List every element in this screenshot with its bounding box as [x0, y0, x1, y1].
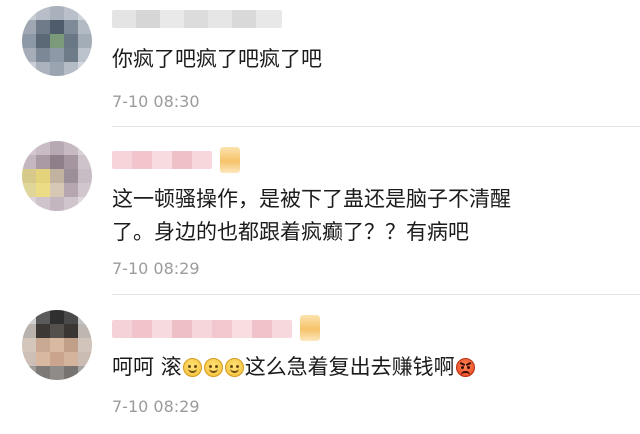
- smile-emoji-icon: [182, 358, 202, 377]
- smile-emoji-icon: [203, 358, 223, 377]
- vip-badge-icon: [220, 147, 240, 173]
- avatar[interactable]: [22, 141, 92, 211]
- comment-timestamp: 7-10 08:29: [112, 397, 200, 416]
- avatar[interactable]: [22, 6, 92, 76]
- username-redacted[interactable]: [112, 151, 212, 169]
- comment-text: 这一顿骚操作，是被下了蛊还是脑子不清醒: [112, 187, 511, 211]
- comment-item: 这一顿骚操作，是被下了蛊还是脑子不清醒 了。身边的也都跟着疯癫了？？有病吧 7-…: [0, 127, 640, 307]
- avatar[interactable]: [22, 310, 92, 380]
- comment-item: 呵呵 滚 这么急着复出去赚钱啊 7-10 08:29: [0, 295, 640, 434]
- comment-text: 你疯了吧疯了吧疯了吧: [112, 47, 322, 71]
- comment-item: 你疯了吧疯了吧疯了吧 7-10 08:30: [0, 0, 640, 127]
- comment-timestamp: 7-10 08:29: [112, 259, 200, 278]
- angry-emoji-icon: [455, 358, 475, 377]
- comment-text-suffix: 这么急着复出去赚钱啊: [244, 355, 455, 379]
- comment-text: 了。身边的也都跟着疯癫了？？有病吧: [112, 220, 469, 244]
- comment-text-prefix: 呵呵 滚: [112, 355, 182, 379]
- smile-emoji-icon: [224, 358, 244, 377]
- vip-badge-icon: [300, 315, 320, 341]
- comment-timestamp: 7-10 08:30: [112, 92, 200, 111]
- comment-text: 呵呵 滚 这么急着复出去赚钱啊: [112, 351, 476, 384]
- username-redacted[interactable]: [112, 320, 292, 338]
- username-redacted[interactable]: [112, 10, 282, 28]
